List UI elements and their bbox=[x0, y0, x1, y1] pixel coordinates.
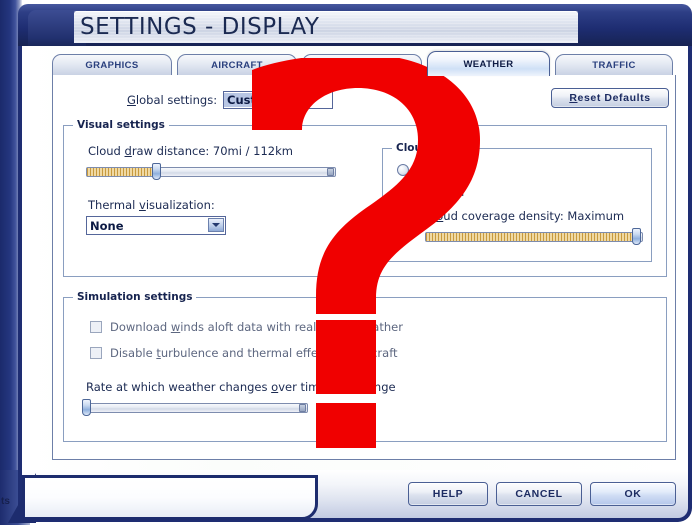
tab-graphics[interactable]: GRAPHICS bbox=[52, 54, 172, 75]
cloud-coverage-density-fill bbox=[426, 233, 637, 241]
cloud-coverage-density-label-suffix: ud coverage density: Maximum bbox=[443, 209, 625, 223]
global-settings-combo[interactable]: Custom bbox=[223, 91, 333, 109]
ok-button[interactable]: OK bbox=[590, 482, 676, 506]
cloud-draw-distance-label-prefix: Cloud bbox=[88, 144, 125, 158]
weather-rate-label: Rate at which weather changes over time:… bbox=[86, 380, 396, 394]
cloud-coverage-density-label-prefix: Cl bbox=[425, 209, 437, 223]
checkbox-icon-disable-turbulence[interactable] bbox=[90, 347, 102, 359]
cloud-draw-distance-thumb[interactable] bbox=[152, 163, 161, 180]
tab-weather[interactable]: WEATHER bbox=[427, 51, 550, 76]
cloud-coverage-density-slider[interactable] bbox=[425, 228, 643, 245]
cloud-details-title: Cloud details bbox=[392, 142, 478, 154]
thermal-visualization-label: Thermal visualization: bbox=[88, 198, 215, 212]
tab-weather-label: WEATHER bbox=[463, 58, 514, 70]
front-overlay-card bbox=[22, 475, 318, 520]
rate-prefix: Rate at which weather changes bbox=[86, 380, 272, 394]
thermal-visualization-label-suffix: isualization: bbox=[145, 198, 215, 212]
cloud-detail-option-detailed[interactable]: Detailed bbox=[397, 185, 464, 199]
thermal-visualization-value: None bbox=[90, 218, 124, 233]
window-titlebar: SETTINGS - DISPLAY bbox=[18, 4, 692, 50]
radio-icon-simple[interactable] bbox=[397, 164, 409, 176]
cloud-coverage-density-label: Cloud coverage density: Maximum bbox=[425, 209, 624, 223]
dt-suffix: urbulence and thermal effects on aircraf… bbox=[160, 346, 398, 360]
thermal-visualization-label-prefix: Thermal bbox=[88, 198, 140, 212]
cloud-detail-option-simple[interactable]: Simple bbox=[397, 163, 455, 177]
tab-aircraft-label: AIRCRAFT bbox=[211, 59, 263, 71]
cancel-button[interactable]: CANCEL bbox=[496, 482, 582, 506]
visual-settings-group: Visual settings Cloud draw distance: 70m… bbox=[63, 119, 667, 277]
reset-defaults-button[interactable]: Reset Defaults bbox=[551, 88, 669, 108]
screen-root: ts SETTINGS - DISPLAY GRAPHICS AIRCRAFT … bbox=[0, 0, 700, 525]
tab-traffic[interactable]: TRAFFIC bbox=[555, 54, 673, 75]
global-settings-label-rest: lobal settings: bbox=[135, 93, 218, 107]
chevron-down-icon[interactable] bbox=[208, 218, 224, 232]
cloud-draw-distance-accesskey: d bbox=[124, 144, 132, 158]
dialog-content-surface: GRAPHICS AIRCRAFT SCENERY WEATHER TRAFFI… bbox=[26, 46, 684, 474]
cloud-draw-distance-fill bbox=[87, 168, 157, 176]
visual-settings-title: Visual settings bbox=[73, 119, 169, 131]
window-title: SETTINGS - DISPLAY bbox=[80, 14, 320, 40]
dl-accesskey: w bbox=[170, 320, 181, 334]
reset-defaults-label-rest: eset Defaults bbox=[577, 92, 651, 104]
reset-defaults-accesskey: R bbox=[569, 92, 578, 104]
cloud-detail-option-simple-label: Simple bbox=[416, 163, 455, 177]
tab-traffic-label: TRAFFIC bbox=[592, 59, 636, 71]
cloud-detail-option-detailed-label: Detailed bbox=[416, 185, 464, 199]
checkbox-icon-download-winds[interactable] bbox=[90, 321, 102, 333]
tab-aircraft[interactable]: AIRCRAFT bbox=[177, 54, 297, 75]
weather-tab-panel: Global settings: Custom Reset Defaults V… bbox=[52, 75, 676, 460]
dl-suffix: inds aloft data with real-world weather bbox=[180, 320, 403, 334]
simulation-settings-title: Simulation settings bbox=[73, 291, 197, 303]
checkbox-download-winds-aloft[interactable]: Download winds aloft data with real-worl… bbox=[90, 320, 403, 334]
tab-graphics-label: GRAPHICS bbox=[85, 59, 139, 71]
cloud-draw-distance-label: Cloud draw distance: 70mi / 112km bbox=[88, 144, 293, 158]
weather-rate-slider[interactable] bbox=[82, 399, 308, 416]
simple-suffix: imple bbox=[423, 163, 456, 177]
rate-suffix: ver time: No change bbox=[278, 380, 396, 394]
weather-rate-thumb[interactable] bbox=[82, 399, 91, 416]
detailed-suffix: etailed bbox=[424, 185, 465, 199]
settings-window: SETTINGS - DISPLAY GRAPHICS AIRCRAFT SCE… bbox=[8, 2, 692, 522]
global-settings-value: Custom bbox=[224, 93, 276, 107]
thermal-visualization-combo[interactable]: None bbox=[86, 216, 226, 235]
cloud-draw-distance-label-suffix: raw distance: 70mi / 112km bbox=[131, 144, 293, 158]
detailed-accesskey: D bbox=[416, 185, 425, 199]
weather-rate-endcap bbox=[299, 404, 306, 412]
cloud-coverage-density-thumb[interactable] bbox=[632, 228, 641, 245]
dialog-body: GRAPHICS AIRCRAFT SCENERY WEATHER TRAFFI… bbox=[18, 46, 692, 474]
checkbox-disable-turbulence[interactable]: Disable turbulence and thermal effects o… bbox=[90, 346, 398, 360]
dt-prefix: Disable bbox=[110, 346, 157, 360]
cloud-draw-distance-endcap bbox=[327, 168, 334, 176]
global-settings-label: Global settings: bbox=[127, 93, 217, 107]
cloud-draw-distance-slider[interactable] bbox=[86, 163, 336, 180]
tab-scenery-label: SCENERY bbox=[337, 59, 387, 71]
cloud-details-group: Cloud details Simple Detailed Cloud cove… bbox=[382, 142, 652, 262]
tab-scenery[interactable]: SCENERY bbox=[302, 54, 422, 75]
thermal-visualization-accesskey: v bbox=[139, 198, 146, 212]
radio-icon-detailed[interactable] bbox=[397, 186, 409, 198]
dl-prefix: Download bbox=[110, 320, 171, 334]
checkbox-download-winds-label: Download winds aloft data with real-worl… bbox=[110, 320, 403, 334]
global-settings-accesskey: G bbox=[127, 93, 136, 107]
help-button[interactable]: HELP bbox=[408, 482, 488, 506]
weather-rate-track[interactable] bbox=[86, 403, 308, 413]
simulation-settings-group: Simulation settings Download winds aloft… bbox=[63, 291, 667, 442]
tab-strip: GRAPHICS AIRCRAFT SCENERY WEATHER TRAFFI… bbox=[52, 51, 676, 76]
checkbox-disable-turbulence-label: Disable turbulence and thermal effects o… bbox=[110, 346, 398, 360]
